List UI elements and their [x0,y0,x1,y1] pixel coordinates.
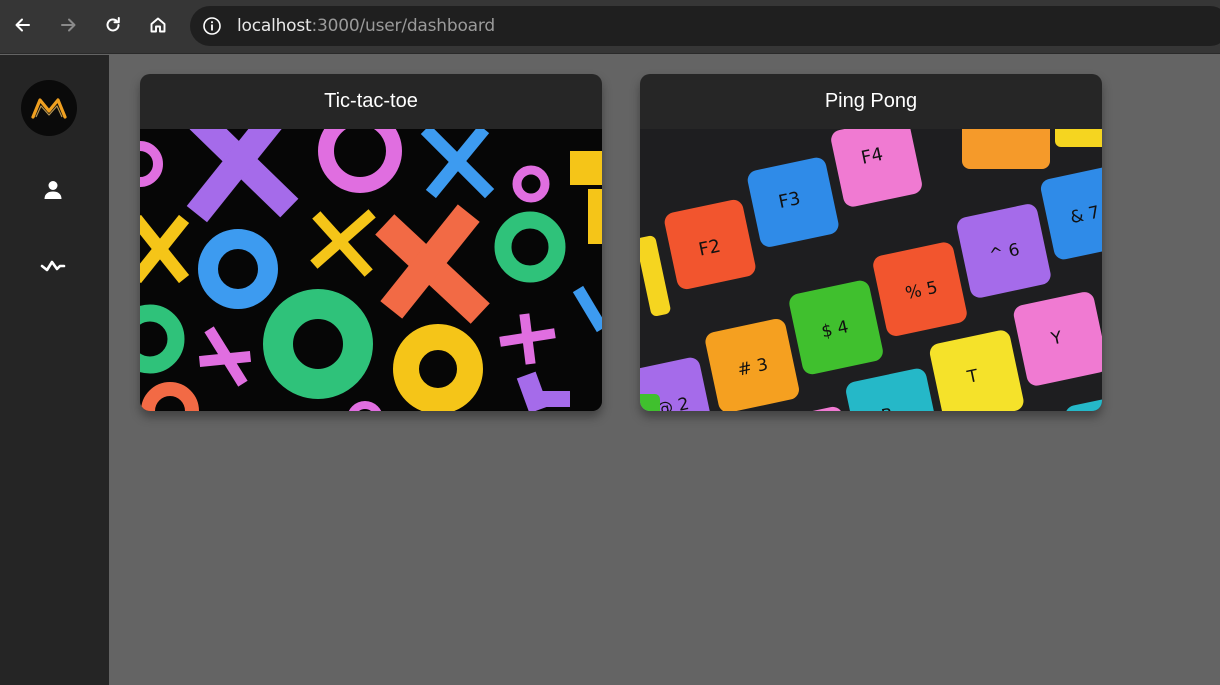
home-button[interactable] [143,10,173,40]
tic-tac-toe-image[interactable] [140,129,602,411]
info-icon[interactable] [202,16,222,36]
address-bar[interactable]: localhost:3000/user/dashboard [190,6,1220,46]
sidebar-item-activity[interactable] [38,251,68,281]
game-card-ping-pong[interactable]: Ping Pong F2 F3 F4 @ 2 # 3 $ 4 % 5 ^ 6 &… [640,74,1102,411]
game-card-title: Ping Pong [824,90,918,112]
key-label: F2 [697,236,723,261]
sidebar [0,55,109,685]
url-path: :3000/user/dashboard [311,16,496,36]
sidebar-item-profile[interactable] [38,175,68,205]
activity-icon [40,260,66,272]
back-button[interactable] [8,10,38,40]
arrow-right-icon [61,18,76,32]
key-label: F4 [859,144,885,169]
url-text[interactable]: localhost:3000/user/dashboard [237,16,495,36]
app-logo[interactable] [21,80,77,136]
reload-button[interactable] [98,10,128,40]
browser-toolbar: localhost:3000/user/dashboard [0,0,1220,54]
forward-button[interactable] [53,10,83,40]
logo-m-icon [31,98,67,119]
ping-pong-image[interactable]: F2 F3 F4 @ 2 # 3 $ 4 % 5 ^ 6 & 7 W [640,129,1102,411]
url-host: localhost [237,16,312,36]
reload-icon [106,17,120,32]
user-icon [44,181,62,199]
home-icon [150,17,166,33]
game-card-title: Tic-tac-toe [324,90,418,112]
key-label: F3 [777,188,803,213]
game-card-tic-tac-toe[interactable]: Tic-tac-toe [140,74,602,411]
arrow-left-icon [15,18,30,32]
